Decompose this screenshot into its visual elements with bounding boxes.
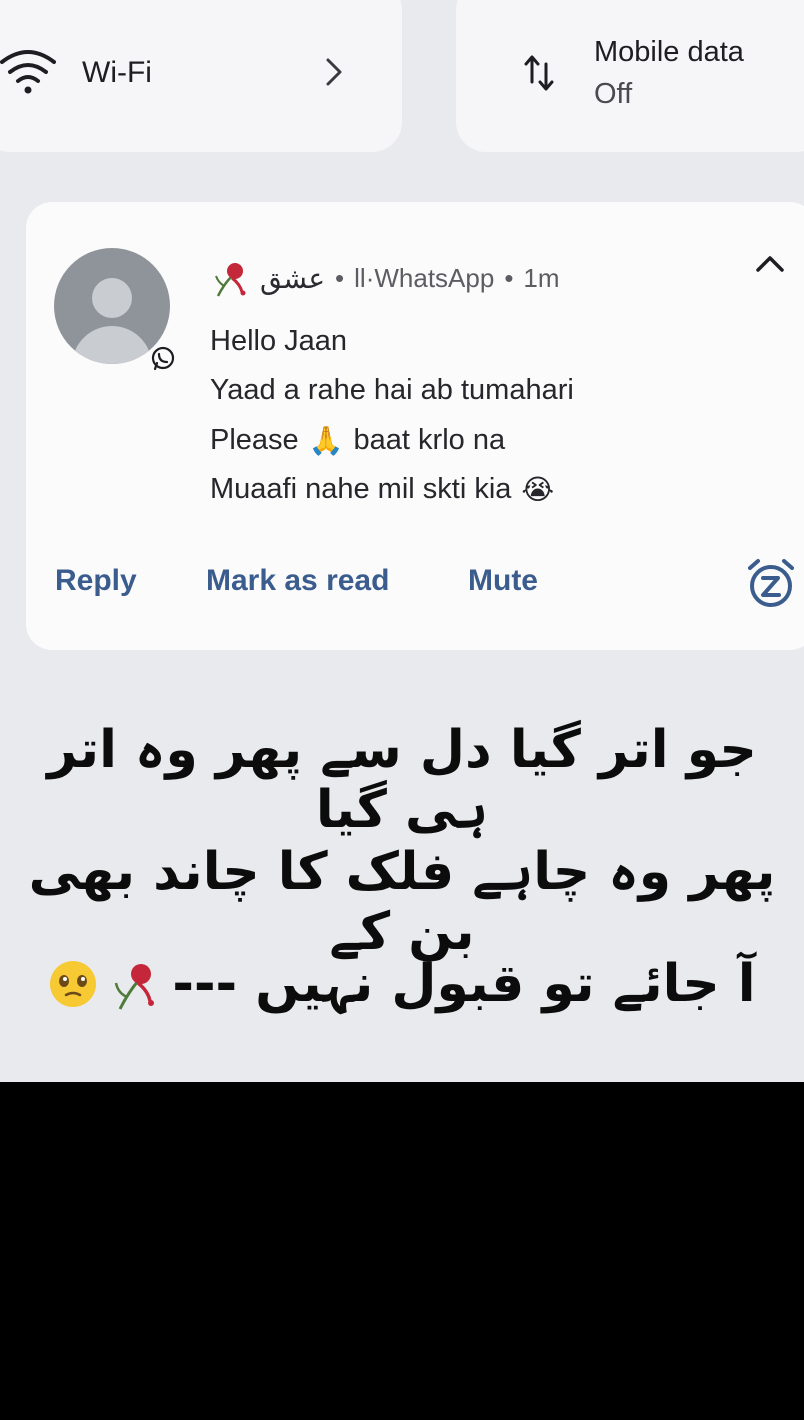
message-line: Muaafi nahe mil skti kia 😭 [210,473,554,506]
snooze-alarm-icon[interactable] [746,558,796,610]
whatsapp-icon [151,346,175,371]
whatsapp-badge [148,344,178,374]
screen-content: Wi-Fi Mobile data Off عشق • ll·WhatsApp [0,0,804,1082]
separator-dot: • [335,262,345,293]
folded-hands-emoji: 🙏 [308,424,344,456]
mobile-data-tile[interactable] [456,0,804,152]
message-line: Yaad a rahe hai ab tumahari [210,374,574,407]
wilted-rose-icon [115,964,155,1010]
notification-app-name: ll·WhatsApp [354,262,495,293]
wilted-rose-icon [215,263,246,297]
poetry-text: آ جائے تو قبول نہیں --- [172,954,756,1014]
message-text: Hello Jaan [210,325,348,357]
mobile-data-status: Off [594,78,633,110]
separator-dot: • [504,262,514,293]
notification-sender: عشق [260,262,326,294]
message-text: Muaafi nahe mil skti kia [210,473,512,505]
message-line: Hello Jaan [210,325,347,358]
crying-face-emoji: 😭 [521,473,555,505]
chevron-right-icon[interactable] [322,54,346,90]
message-text: Please [210,424,299,456]
wifi-icon [0,50,56,94]
mark-as-read-button[interactable]: Mark as read [206,564,389,598]
poetry-line: پھر وہ چاہے فلک کا چاند بھی بن کے [28,842,776,962]
message-line: Please 🙏 baat krlo na [210,424,505,457]
poetry-line-with-emojis: آ جائے تو قبول نہیں --- [0,954,804,1014]
reply-button[interactable]: Reply [55,564,137,598]
notification-time: 1m [523,262,560,293]
avatar-head [92,278,132,318]
mobile-data-label: Mobile data [594,36,744,68]
avatar-body [72,326,152,364]
message-text: baat krlo na [353,424,506,456]
chevron-up-icon[interactable] [752,250,788,278]
message-text: Yaad a rahe hai ab tumahari [210,374,574,406]
mobile-data-icon [524,55,554,91]
mute-button[interactable]: Mute [468,564,538,598]
wifi-label: Wi-Fi [82,56,152,89]
pleading-face-emoji [50,961,97,1007]
poetry-line: جو اتر گیا دل سے پھر وہ اتر ہی گیا [47,720,757,840]
notification-header: عشق • ll·WhatsApp • 1m [210,258,560,298]
